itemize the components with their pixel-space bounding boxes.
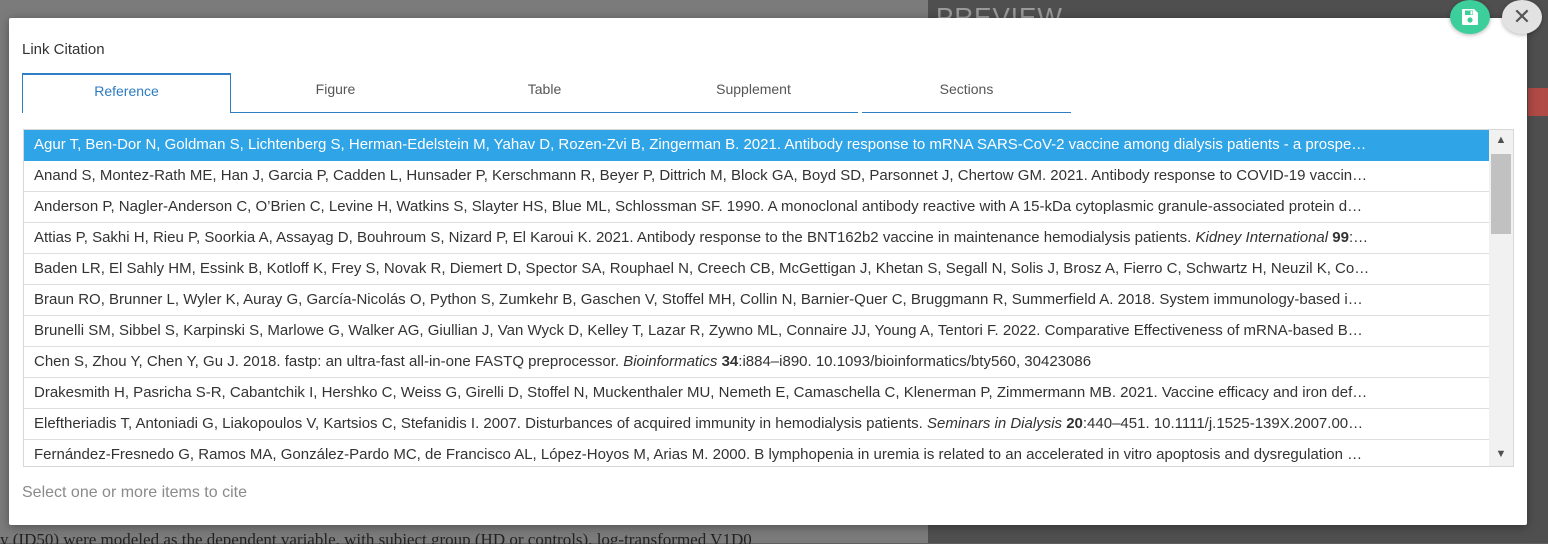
save-button[interactable] — [1450, 0, 1490, 34]
reference-row[interactable]: Braun RO, Brunner L, Wyler K, Auray G, G… — [24, 285, 1489, 316]
save-icon — [1462, 9, 1478, 25]
journal-volume: 34 — [721, 353, 739, 370]
tab-figure[interactable]: Figure — [231, 73, 440, 113]
background-body-text: y (ID50) were modeled as the dependent v… — [0, 530, 752, 544]
tab-table[interactable]: Table — [440, 73, 649, 113]
journal-name: Seminars in Dialysis — [926, 415, 1063, 432]
reference-row[interactable]: Fernández-Fresnedo G, Ramos MA, González… — [24, 440, 1489, 466]
tab-sections[interactable]: Sections — [862, 73, 1071, 113]
link-citation-dialog: Link Citation Reference Figure Table Sup… — [9, 18, 1527, 525]
reference-row[interactable]: Eleftheriadis T, Antoniadi G, Liakopoulo… — [24, 409, 1489, 440]
close-button[interactable]: ✕ — [1502, 0, 1542, 34]
scrollbar-thumb[interactable] — [1491, 154, 1511, 234]
citation-tabs: Reference Figure Table Supplement Sectio… — [22, 73, 1072, 115]
selection-hint: Select one or more items to cite — [22, 484, 247, 501]
journal-name: Bioinformatics — [623, 353, 718, 370]
journal-volume: 20 — [1066, 415, 1083, 432]
dialog-title: Link Citation — [22, 41, 105, 58]
reference-row[interactable]: Drakesmith H, Pasricha S-R, Cabantchik I… — [24, 378, 1489, 409]
close-icon: ✕ — [1512, 4, 1532, 29]
journal-volume: 99 — [1332, 229, 1349, 246]
chevron-up-icon[interactable]: ▲ — [1489, 130, 1513, 150]
reference-row[interactable]: Chen S, Zhou Y, Chen Y, Gu J. 2018. fast… — [24, 347, 1489, 378]
chevron-down-icon[interactable]: ▼ — [1489, 444, 1513, 464]
reference-row[interactable]: Anderson P, Nagler-Anderson C, O’Brien C… — [24, 192, 1489, 223]
reference-row[interactable]: Baden LR, El Sahly HM, Essink B, Kotloff… — [24, 254, 1489, 285]
background-red-marker — [1528, 88, 1548, 116]
list-scrollbar[interactable]: ▲ ▼ — [1489, 130, 1513, 466]
journal-name: Kidney International — [1195, 229, 1329, 246]
tab-supplement[interactable]: Supplement — [649, 73, 858, 113]
tab-reference[interactable]: Reference — [22, 73, 231, 113]
reference-list[interactable]: Agur T, Ben-Dor N, Goldman S, Lichtenber… — [23, 129, 1514, 467]
reference-row[interactable]: Agur T, Ben-Dor N, Goldman S, Lichtenber… — [24, 130, 1489, 161]
reference-row[interactable]: Anand S, Montez-Rath ME, Han J, Garcia P… — [24, 161, 1489, 192]
reference-row[interactable]: Attias P, Sakhi H, Rieu P, Soorkia A, As… — [24, 223, 1489, 254]
reference-row[interactable]: Brunelli SM, Sibbel S, Karpinski S, Marl… — [24, 316, 1489, 347]
